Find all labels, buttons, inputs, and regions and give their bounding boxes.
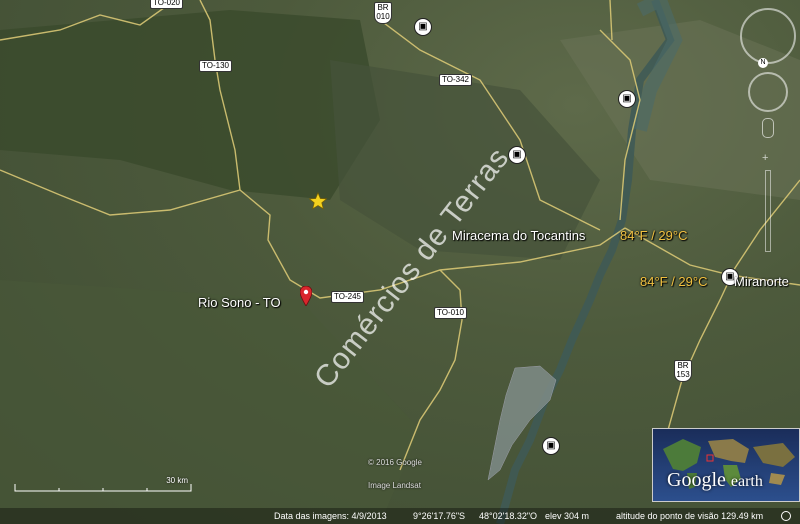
eye-altitude-readout: altitude do ponto de visão 129.49 km: [616, 511, 764, 521]
scale-ruler: [14, 484, 192, 492]
br010-prefix: BR: [377, 3, 389, 12]
overview-inset[interactable]: Google earth: [652, 428, 800, 502]
road-shield-to020: TO-020: [150, 0, 183, 9]
navigation-controls: N +: [738, 6, 798, 266]
imagery-date: Data das imagens: 4/9/2013: [274, 511, 387, 521]
elevation-readout: elev 304 m: [545, 511, 590, 521]
place-label-miracema[interactable]: Miracema do Tocantins: [452, 228, 585, 243]
logo-google: Google: [667, 469, 726, 491]
placemark-pin-icon[interactable]: [300, 286, 312, 306]
bus-station-icon[interactable]: ▣: [542, 437, 560, 455]
street-view-icon[interactable]: [762, 118, 774, 138]
road-shield-br010: BR 010: [374, 2, 392, 24]
logo-earth: earth: [730, 473, 763, 490]
bus-station-icon[interactable]: ▣: [414, 18, 432, 36]
zoom-in-icon[interactable]: +: [762, 152, 772, 164]
road-shield-to342: TO-342: [439, 74, 472, 86]
road-shield-to010: TO-010: [434, 307, 467, 319]
bus-station-icon[interactable]: ▣: [618, 90, 636, 108]
look-joystick[interactable]: [740, 8, 796, 64]
google-earth-logo: Google earth: [667, 469, 763, 492]
status-bar: Data das imagens: 4/9/2013 9°26'17.76"S …: [0, 508, 800, 524]
weather-label-miranorte: 84°F / 29°C: [640, 274, 708, 289]
move-joystick[interactable]: [748, 72, 788, 112]
weather-label-miracema: 84°F / 29°C: [620, 228, 688, 243]
copyright-credit: © 2016 Google: [368, 458, 422, 467]
streaming-status-icon: [781, 511, 791, 521]
road-shield-to130: TO-130: [199, 60, 232, 72]
scale-bar: 30 km: [14, 476, 192, 492]
place-label-rio-sono[interactable]: Rio Sono - TO: [198, 295, 281, 310]
north-compass-icon[interactable]: N: [758, 58, 768, 68]
place-label-miranorte[interactable]: Miranorte: [734, 274, 789, 289]
br153-prefix: BR: [677, 361, 689, 370]
longitude-readout: 48°02'18.32"O: [479, 511, 538, 521]
imagery-credit: Image Landsat: [368, 481, 421, 490]
road-shield-br153: BR 153: [674, 360, 692, 382]
road-shield-to245: TO-245: [331, 291, 364, 303]
br153-number: 153: [676, 370, 690, 379]
star-marker-icon[interactable]: [309, 192, 327, 210]
br010-number: 010: [376, 12, 390, 21]
zoom-slider[interactable]: [765, 170, 771, 252]
map-view[interactable]: TO-020 TO-130 TO-342 TO-245 TO-010 BR 01…: [0, 0, 800, 524]
latitude-readout: 9°26'17.76"S: [413, 511, 466, 521]
